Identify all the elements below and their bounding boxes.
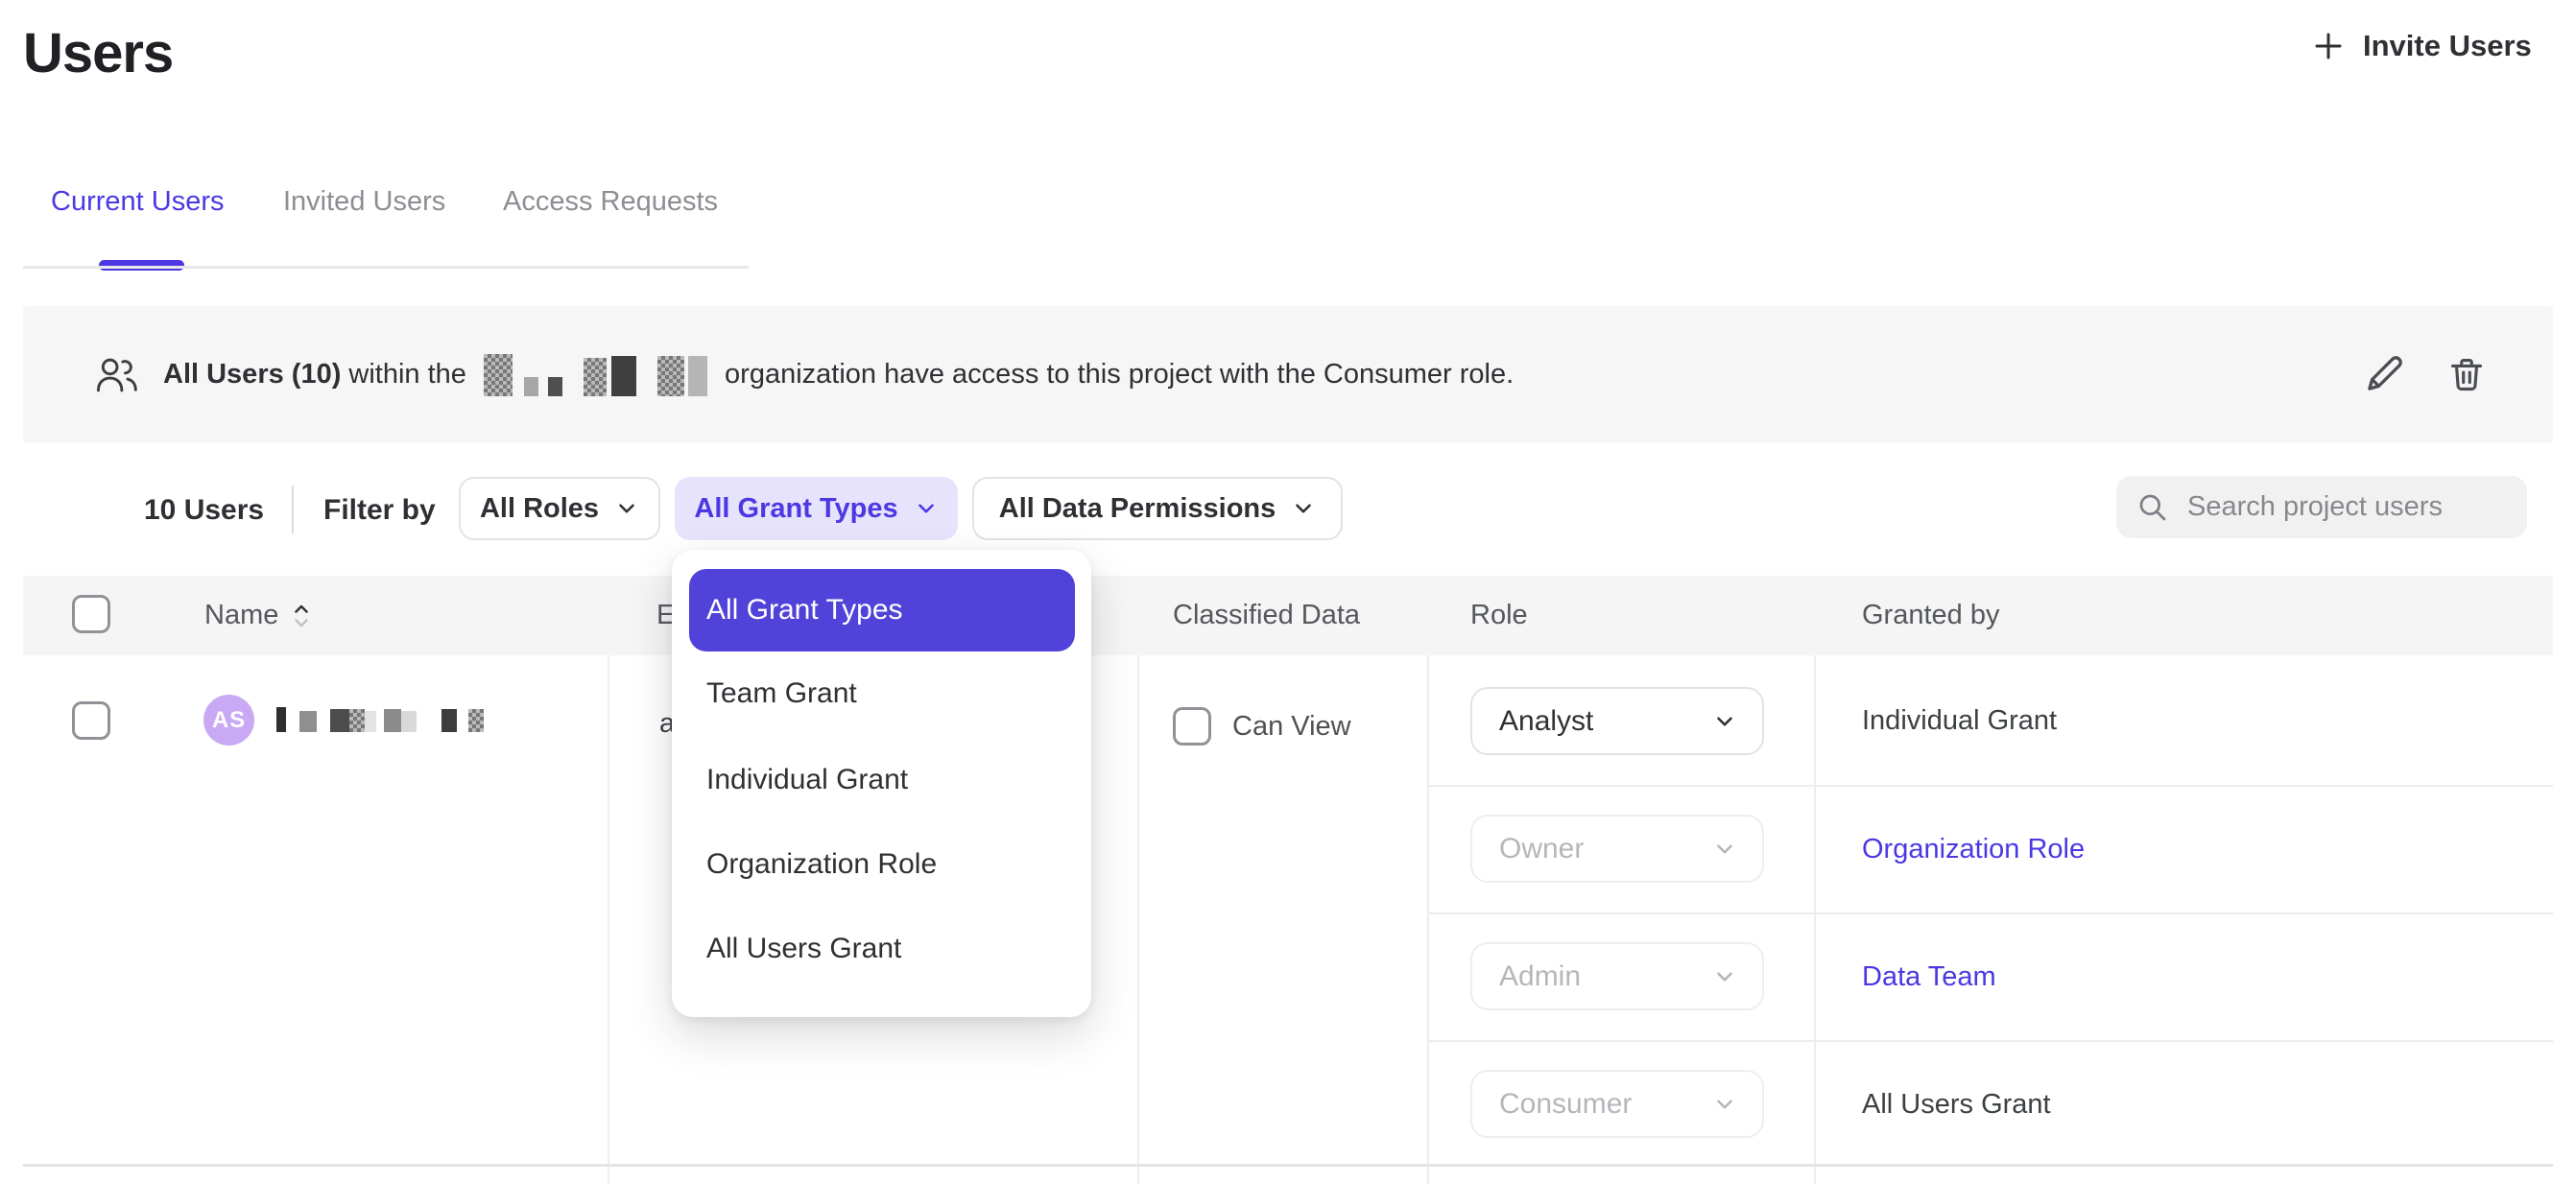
filter-all-roles-label: All Roles — [480, 493, 599, 525]
role-select-consumer: Consumer — [1470, 1070, 1764, 1138]
filter-all-grant-types[interactable]: All Grant Types — [675, 477, 958, 540]
can-view-label: Can View — [1232, 711, 1351, 743]
column-divider — [1814, 655, 1816, 1184]
filter-by-label: Filter by — [323, 494, 436, 527]
menu-item-all-users-grant[interactable]: All Users Grant — [689, 919, 1075, 979]
chevron-down-icon — [1291, 496, 1316, 521]
delete-banner-button[interactable] — [2442, 349, 2492, 399]
filter-all-grant-types-label: All Grant Types — [694, 493, 897, 525]
user-row-divider — [23, 1164, 2553, 1167]
role-select-value: Owner — [1499, 833, 1584, 865]
users-group-icon — [96, 356, 138, 394]
granted-by-organization-role-link[interactable]: Organization Role — [1862, 834, 2085, 865]
menu-item-organization-role[interactable]: Organization Role — [689, 835, 1075, 894]
filter-all-data-permissions[interactable]: All Data Permissions — [972, 477, 1343, 540]
row-checkbox[interactable] — [72, 701, 110, 740]
grant-types-dropdown-menu: All Grant Types Team Grant Individual Gr… — [672, 550, 1091, 1017]
column-divider — [608, 655, 609, 1184]
column-header-name[interactable]: Name — [204, 576, 311, 655]
role-select-admin: Admin — [1470, 942, 1764, 1010]
column-header-role: Role — [1470, 576, 1528, 655]
table-header: Name Email Classified Data Role Granted … — [23, 576, 2553, 655]
menu-item-individual-grant[interactable]: Individual Grant — [689, 750, 1075, 810]
chevron-down-icon — [1712, 709, 1737, 734]
row-divider — [1427, 912, 2553, 914]
granted-by-all-users-grant: All Users Grant — [1862, 1089, 2051, 1121]
chevron-down-icon — [914, 496, 939, 521]
column-header-granted-by: Granted by — [1862, 576, 1999, 655]
edit-banner-button[interactable] — [2359, 349, 2409, 399]
invite-users-button[interactable]: Invite Users — [2311, 29, 2532, 63]
column-role-label: Role — [1470, 600, 1528, 631]
role-select-value: Analyst — [1499, 705, 1593, 738]
chevron-down-icon — [1712, 964, 1737, 989]
menu-item-team-grant[interactable]: Team Grant — [689, 664, 1075, 723]
banner-text: All Users (10) within the organization h… — [163, 354, 1514, 396]
chevron-down-icon — [614, 496, 639, 521]
banner-user-count: All Users (10) — [163, 359, 341, 391]
column-divider — [1427, 655, 1429, 1184]
banner-text-after: organization have access to this project… — [717, 359, 1514, 391]
menu-item-all-grant-types[interactable]: All Grant Types — [689, 569, 1075, 651]
tabs-divider — [23, 266, 749, 269]
invite-users-label: Invite Users — [2363, 29, 2532, 63]
sort-icon[interactable] — [292, 602, 311, 630]
pencil-icon — [2363, 353, 2405, 395]
column-granted-by-label: Granted by — [1862, 600, 1999, 631]
toolbar-separator — [292, 485, 294, 533]
avatar: AS — [203, 695, 254, 746]
plus-icon — [2311, 29, 2346, 63]
row-divider — [1427, 785, 2553, 787]
tab-current-users[interactable]: Current Users — [51, 186, 225, 218]
granted-by-data-team-link[interactable]: Data Team — [1862, 961, 1996, 993]
role-select-value: Consumer — [1499, 1088, 1632, 1121]
column-name-label: Name — [204, 600, 278, 631]
role-select-owner: Owner — [1470, 815, 1764, 883]
chevron-down-icon — [1712, 837, 1737, 862]
page-title: Users — [23, 21, 173, 85]
filter-all-data-permissions-label: All Data Permissions — [999, 493, 1276, 525]
tab-access-requests[interactable]: Access Requests — [503, 186, 718, 218]
column-classified-label: Classified Data — [1173, 600, 1360, 631]
role-select-analyst[interactable]: Analyst — [1470, 687, 1764, 755]
trash-icon — [2446, 353, 2487, 395]
user-count: 10 Users — [144, 494, 264, 527]
column-header-classified-data: Classified Data — [1173, 576, 1360, 655]
redacted-user-name — [276, 707, 484, 732]
can-view-checkbox[interactable] — [1173, 707, 1211, 746]
role-select-value: Admin — [1499, 960, 1581, 993]
redacted-organization-name — [484, 354, 707, 396]
banner-text-middle: within the — [341, 359, 474, 391]
tab-invited-users[interactable]: Invited Users — [283, 186, 445, 218]
row-divider — [1427, 1040, 2553, 1042]
search-project-users[interactable] — [2116, 476, 2527, 538]
chevron-down-icon — [1712, 1092, 1737, 1117]
select-all-checkbox[interactable] — [72, 595, 110, 633]
granted-by-individual-grant: Individual Grant — [1862, 705, 2057, 737]
column-divider — [1137, 655, 1139, 1184]
filter-all-roles[interactable]: All Roles — [459, 477, 660, 540]
search-input[interactable] — [2187, 491, 2504, 523]
search-icon — [2137, 492, 2168, 523]
all-users-access-banner: All Users (10) within the organization h… — [23, 306, 2553, 443]
